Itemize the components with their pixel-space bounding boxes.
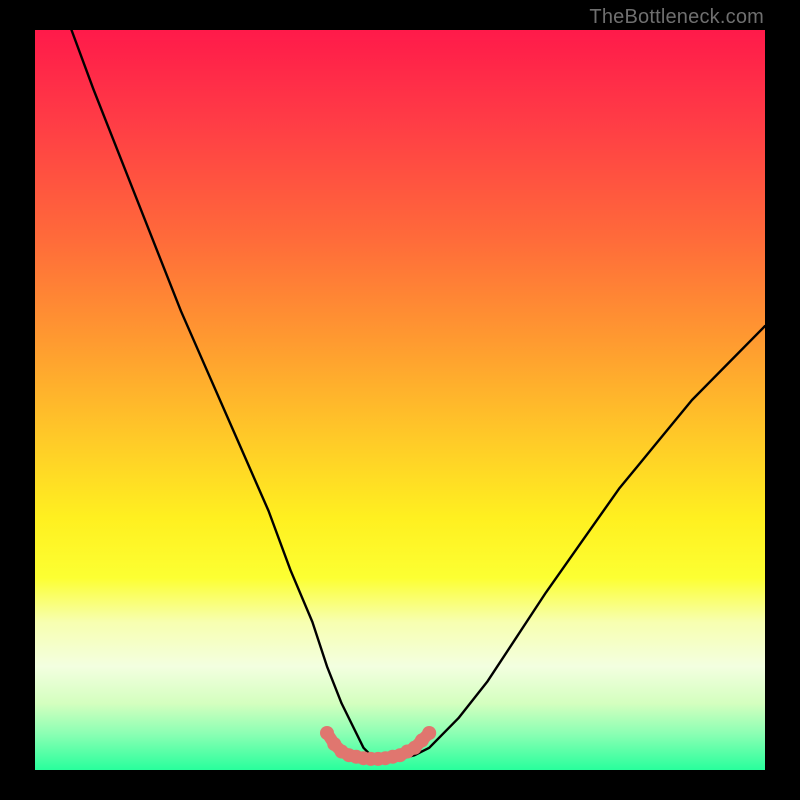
watermark-text: TheBottleneck.com — [589, 6, 764, 29]
optimal-band-marker-dots — [320, 726, 436, 766]
curve-svg — [35, 30, 765, 770]
marker-dot — [422, 726, 436, 740]
plot-area — [35, 30, 765, 770]
bottleneck-curve-path — [72, 30, 766, 759]
chart-frame: TheBottleneck.com — [0, 0, 800, 800]
